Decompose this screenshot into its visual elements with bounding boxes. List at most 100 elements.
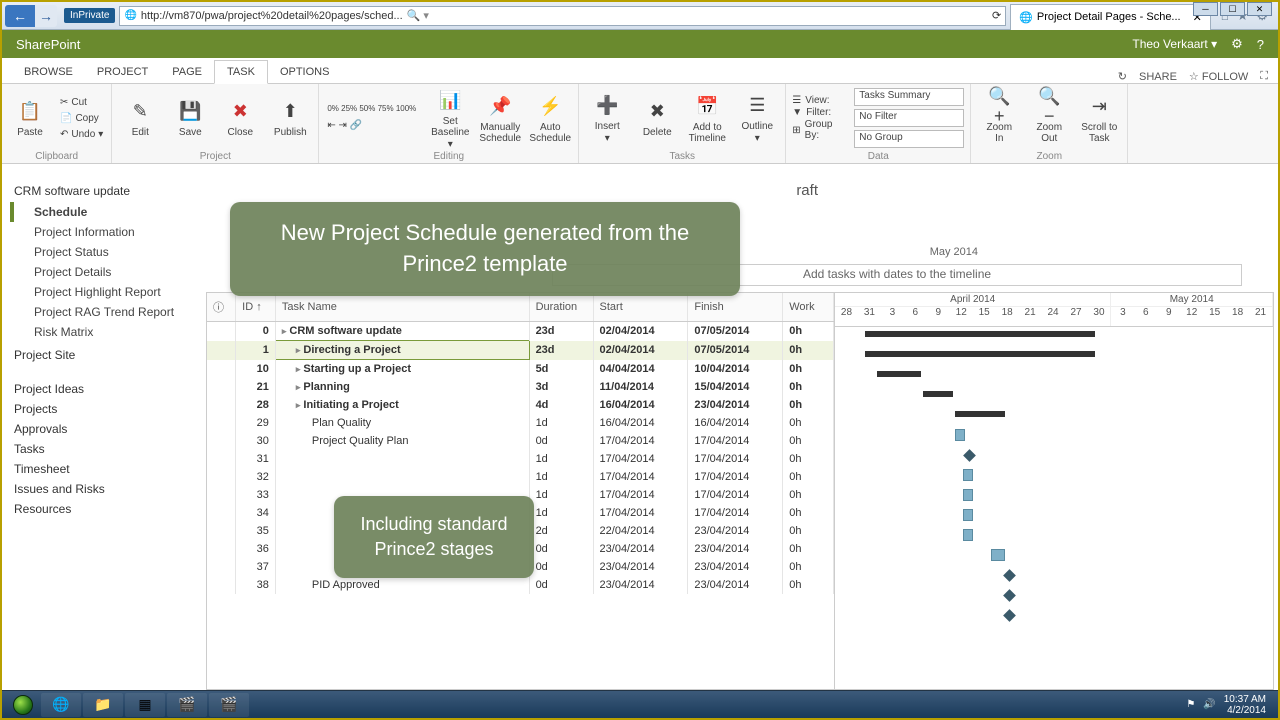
- paste-button[interactable]: 📋Paste: [8, 98, 52, 138]
- back-button[interactable]: ←: [5, 5, 35, 27]
- group-label: Tasks: [585, 150, 779, 163]
- taskbar-ie[interactable]: 🌐: [41, 693, 81, 717]
- col-duration[interactable]: Duration: [529, 293, 593, 322]
- start-button[interactable]: [6, 693, 40, 717]
- table-row[interactable]: 38PID Approved0d23/04/201423/04/20140h: [207, 576, 834, 594]
- group-label: Data: [792, 150, 964, 163]
- sidebar-project-site[interactable]: Project Site: [14, 348, 180, 362]
- taskbar-explorer[interactable]: 📁: [83, 693, 123, 717]
- sidebar-item-info[interactable]: Project Information: [10, 222, 184, 242]
- sidebar-timesheet[interactable]: Timesheet: [14, 462, 180, 476]
- insert-button[interactable]: ➕Insert ▾: [585, 92, 629, 144]
- add-timeline-button[interactable]: 📅Add to Timeline: [685, 93, 729, 144]
- taskbar-app[interactable]: 🎬: [209, 693, 249, 717]
- table-row[interactable]: 321d17/04/201417/04/20140h: [207, 468, 834, 486]
- settings-icon[interactable]: ⚙: [1231, 36, 1243, 52]
- browser-tab[interactable]: 🌐 Project Detail Pages - Sche... ✕: [1010, 4, 1211, 30]
- zoom-out-button[interactable]: 🔍−Zoom Out: [1027, 93, 1071, 144]
- group-label: ⊞ Group By:: [792, 119, 848, 141]
- manual-schedule-button[interactable]: 📌Manually Schedule: [478, 93, 522, 144]
- url-text: http://vm870/pwa/project%20detail%20page…: [141, 10, 403, 22]
- view-select[interactable]: Tasks Summary: [854, 88, 964, 106]
- edit-button[interactable]: ✎Edit: [118, 98, 162, 138]
- copy-button[interactable]: 📄 Copy: [58, 111, 105, 126]
- table-row[interactable]: 21▸Planning3d11/04/201415/04/20140h: [207, 378, 834, 396]
- group-select[interactable]: No Group: [854, 130, 964, 148]
- sync-icon[interactable]: ↻: [1118, 70, 1127, 83]
- sidebar-item-details[interactable]: Project Details: [10, 262, 184, 282]
- publish-button[interactable]: ⬆Publish: [268, 98, 312, 138]
- tab-page[interactable]: PAGE: [160, 61, 214, 83]
- group-label: Editing: [325, 150, 572, 163]
- tab-title: Project Detail Pages - Sche...: [1037, 11, 1181, 23]
- forward-button[interactable]: →: [35, 5, 57, 27]
- min-button[interactable]: ─: [1193, 2, 1218, 16]
- tray-volume-icon[interactable]: 🔊: [1203, 699, 1215, 710]
- sidebar-project-name[interactable]: CRM software update: [14, 184, 180, 198]
- taskbar-app[interactable]: ▦: [125, 693, 165, 717]
- refresh-icon[interactable]: ⟳: [992, 9, 1001, 22]
- col-finish[interactable]: Finish: [688, 293, 783, 322]
- follow-link[interactable]: ☆ FOLLOW: [1189, 70, 1248, 83]
- taskbar-app[interactable]: 🎬: [167, 693, 207, 717]
- close-button[interactable]: ✕: [1247, 2, 1272, 16]
- tab-browse[interactable]: BROWSE: [12, 61, 85, 83]
- system-clock[interactable]: 10:37 AM 4/2/2014: [1224, 694, 1266, 716]
- status-text: raft: [796, 182, 818, 199]
- address-bar[interactable]: 🌐 http://vm870/pwa/project%20detail%20pa…: [119, 6, 1006, 26]
- sidebar-tasks[interactable]: Tasks: [14, 442, 180, 456]
- col-work[interactable]: Work: [783, 293, 834, 322]
- close-button[interactable]: ✖Close: [218, 98, 262, 138]
- callout-stages: Including standard Prince2 stages: [334, 496, 534, 578]
- scroll-task-button[interactable]: ⇥Scroll to Task: [1077, 93, 1121, 144]
- sidebar-item-status[interactable]: Project Status: [10, 242, 184, 262]
- pct-buttons[interactable]: 0% 25% 50% 75% 100%: [325, 103, 418, 115]
- table-row[interactable]: 0▸CRM software update23d02/04/201407/05/…: [207, 322, 834, 341]
- table-row[interactable]: 28▸Initiating a Project4d16/04/201423/04…: [207, 396, 834, 414]
- tray-flag-icon[interactable]: ⚑: [1186, 699, 1195, 710]
- filter-select[interactable]: No Filter: [854, 109, 964, 127]
- sidebar-approvals[interactable]: Approvals: [14, 422, 180, 436]
- filter-label: ▼ Filter:: [792, 107, 848, 118]
- sidebar-item-risk[interactable]: Risk Matrix: [10, 322, 184, 342]
- table-row[interactable]: 10▸Starting up a Project5d04/04/201410/0…: [207, 360, 834, 379]
- max-button[interactable]: ☐: [1220, 2, 1245, 16]
- table-row[interactable]: 1▸Directing a Project23d02/04/201407/05/…: [207, 341, 834, 360]
- focus-icon[interactable]: ⛶: [1260, 70, 1268, 83]
- share-link[interactable]: SHARE: [1139, 71, 1177, 83]
- auto-schedule-button[interactable]: ⚡Auto Schedule: [528, 93, 572, 144]
- table-row[interactable]: 30Project Quality Plan0d17/04/201417/04/…: [207, 432, 834, 450]
- undo-button[interactable]: ↶ Undo ▾: [58, 127, 105, 142]
- sidebar-ideas[interactable]: Project Ideas: [14, 382, 180, 396]
- save-button[interactable]: 💾Save: [168, 98, 212, 138]
- table-row[interactable]: 311d17/04/201417/04/20140h: [207, 450, 834, 468]
- sidebar-resources[interactable]: Resources: [14, 502, 180, 516]
- table-row[interactable]: 29Plan Quality1d16/04/201416/04/20140h: [207, 414, 834, 432]
- user-menu[interactable]: Theo Verkaart ▾: [1132, 37, 1217, 51]
- delete-button[interactable]: ✖Delete: [635, 98, 679, 138]
- col-taskname[interactable]: Task Name: [275, 293, 529, 322]
- col-id[interactable]: ID ↑: [236, 293, 276, 322]
- indent-buttons[interactable]: ⇤ ⇥ 🔗: [325, 118, 418, 133]
- sidebar-item-schedule[interactable]: Schedule: [10, 202, 184, 222]
- baseline-button[interactable]: 📊Set Baseline ▾: [428, 87, 472, 150]
- ribbon: 📋Paste ✂ Cut 📄 Copy ↶ Undo ▾ Clipboard ✎…: [2, 84, 1278, 164]
- tab-options[interactable]: OPTIONS: [268, 61, 342, 83]
- col-info[interactable]: ⓘ: [207, 293, 236, 322]
- cut-button[interactable]: ✂ Cut: [58, 95, 105, 110]
- sidebar-item-highlight[interactable]: Project Highlight Report: [10, 282, 184, 302]
- ribbon-tabs: BROWSE PROJECT PAGE TASK OPTIONS ↻ SHARE…: [2, 58, 1278, 84]
- browser-chrome: ← → InPrivate 🌐 http://vm870/pwa/project…: [2, 2, 1278, 30]
- zoom-in-button[interactable]: 🔍+Zoom In: [977, 93, 1021, 144]
- task-grid[interactable]: ⓘ ID ↑ Task Name Duration Start Finish W…: [207, 293, 835, 689]
- sidebar-projects[interactable]: Projects: [14, 402, 180, 416]
- outline-button[interactable]: ☰Outline ▾: [735, 92, 779, 144]
- tab-task[interactable]: TASK: [214, 60, 268, 84]
- tab-project[interactable]: PROJECT: [85, 61, 160, 83]
- col-start[interactable]: Start: [593, 293, 688, 322]
- help-icon[interactable]: ?: [1257, 37, 1264, 52]
- group-label: Zoom: [977, 150, 1121, 163]
- gantt-chart[interactable]: April 2014 283136912151821242730 May 201…: [835, 293, 1273, 689]
- sidebar-issues[interactable]: Issues and Risks: [14, 482, 180, 496]
- sidebar-item-rag[interactable]: Project RAG Trend Report: [10, 302, 184, 322]
